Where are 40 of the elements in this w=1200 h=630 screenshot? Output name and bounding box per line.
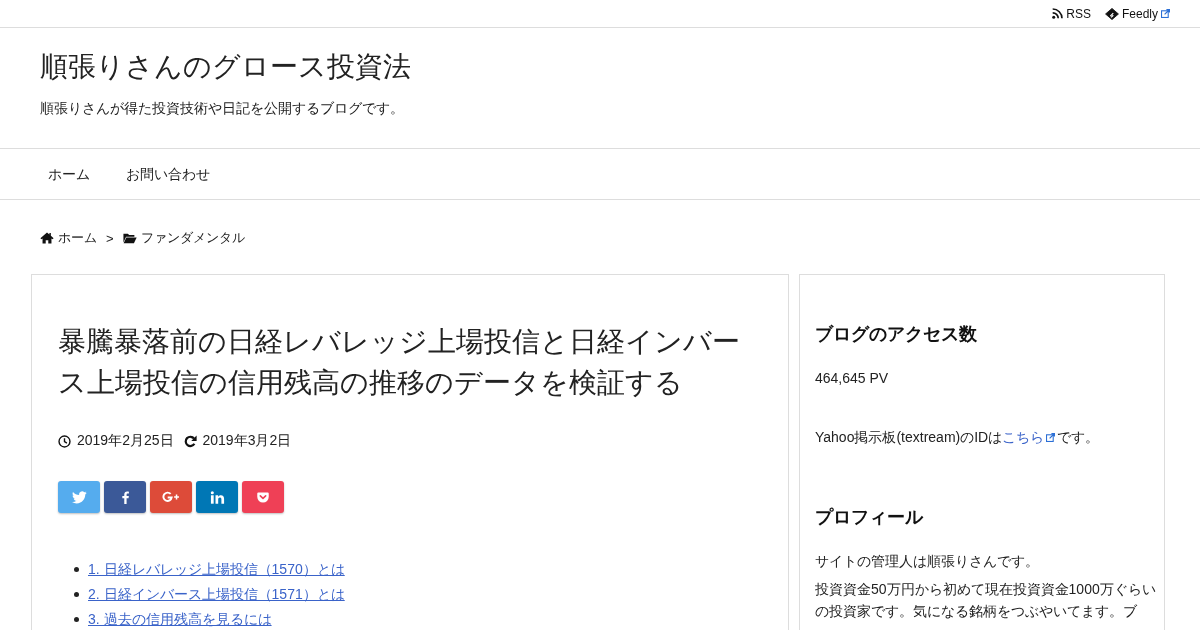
breadcrumb-link[interactable]: ファンダメンタル — [140, 229, 245, 247]
pocket-icon — [257, 491, 269, 503]
toc-link[interactable]: 3. 過去の信用残高を見るには — [88, 607, 272, 630]
home-icon — [40, 232, 54, 244]
widget-text: Yahoo掲示板(textream)のIDは こちら です。 — [815, 428, 1101, 447]
pocket-share-button[interactable] — [242, 481, 284, 513]
googleplus-share-button[interactable] — [150, 481, 192, 513]
twitter-share-button[interactable] — [58, 481, 100, 513]
widget-heading: ブログのアクセス数 — [815, 323, 978, 346]
bullet-icon — [74, 617, 79, 622]
linkedin-share-button[interactable] — [196, 481, 238, 513]
folder-icon — [122, 232, 137, 244]
widget-text: 464,645 PV — [815, 369, 890, 388]
feed-link[interactable]: Feedly — [1104, 6, 1170, 21]
widget-heading: プロフィール — [815, 506, 925, 529]
feed-link[interactable]: RSS — [1052, 6, 1091, 21]
nav-link[interactable]: ホーム — [30, 149, 108, 199]
feedly-icon — [1104, 7, 1119, 20]
rss-icon — [1052, 8, 1064, 19]
breadcrumb-separator: > — [106, 230, 114, 246]
article-title: 暴騰暴落前の日経レバレッジ上場投信と日経インバース上場投信の信用残高の推移のデータを検証する — [58, 325, 741, 400]
clock-icon — [58, 434, 71, 448]
facebook-share-button[interactable] — [104, 481, 146, 513]
post-date: 2019年3月2日 — [202, 432, 292, 450]
site-tagline: 順張りさんが得た投資技術や日記を公開するブログです。 — [40, 99, 405, 118]
widget-text: 投資資金50万円から初めて現在投資資金1000万ぐらいの投資家です。気になる銘柄をつぶやいてます。ブ — [815, 580, 1157, 621]
bullet-icon — [74, 567, 79, 572]
post-date: 2019年2月25日 — [77, 432, 174, 450]
google-plus-icon — [162, 491, 180, 503]
widget-text: サイトの管理人は順張りさんです。 — [815, 552, 1040, 571]
site-title[interactable]: 順張りさんのグロース投資法 — [40, 47, 1160, 87]
linkedin-icon — [209, 490, 225, 504]
text-link[interactable]: こちら — [1002, 429, 1058, 445]
toc-link[interactable]: 2. 日経インバース上場投信（1571）とは — [88, 582, 345, 607]
refresh-icon — [183, 434, 197, 448]
nav-link[interactable]: お問い合わせ — [108, 149, 228, 199]
bird-icon — [71, 490, 87, 504]
toc-link[interactable]: 1. 日経レバレッジ上場投信（1570）とは — [88, 557, 345, 582]
breadcrumb-link[interactable]: ホーム — [58, 229, 97, 247]
bullet-icon — [74, 592, 79, 597]
